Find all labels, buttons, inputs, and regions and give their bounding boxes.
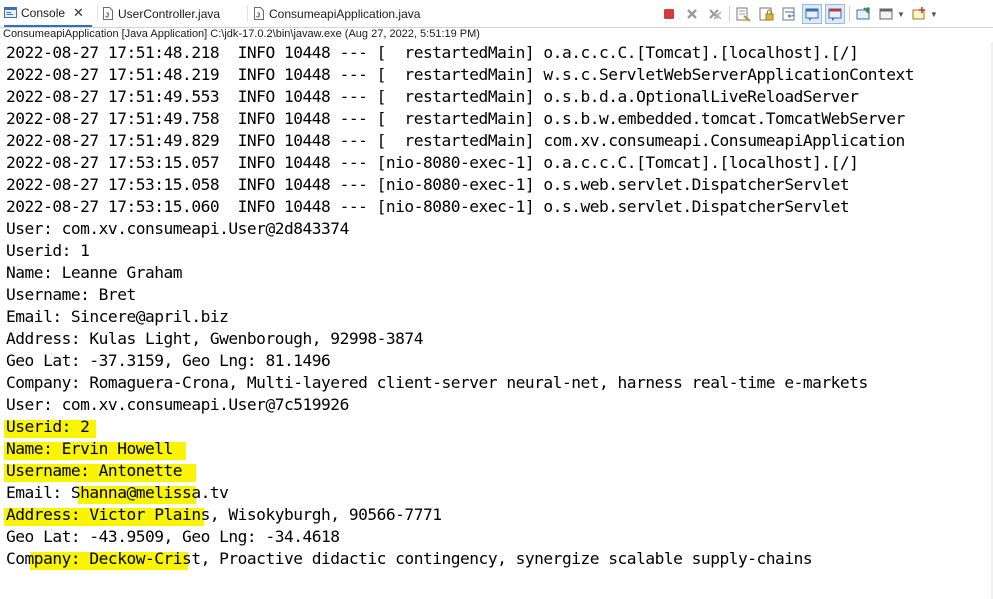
console-line: 2022-08-27 17:53:15.058 INFO 10448 --- [… bbox=[6, 175, 850, 194]
console-line: 2022-08-27 17:51:48.219 INFO 10448 --- [… bbox=[6, 65, 915, 84]
show-on-stdout-icon[interactable] bbox=[802, 4, 822, 24]
java-file-icon: J bbox=[101, 7, 114, 20]
console-line: User: com.xv.consumeapi.User@7c519926 bbox=[6, 395, 349, 414]
display-selected-console-icon[interactable] bbox=[877, 5, 895, 23]
console-line: Company: Deckow-Crist, Proactive didacti… bbox=[6, 549, 813, 568]
console-line: Userid: 1 bbox=[6, 241, 90, 260]
console-line: Geo Lat: -37.3159, Geo Lng: 81.1496 bbox=[6, 351, 331, 370]
console-line: 2022-08-27 17:53:15.057 INFO 10448 --- [… bbox=[6, 153, 859, 172]
open-console-icon[interactable] bbox=[910, 5, 928, 23]
console-line: Email: Sincere@april.biz bbox=[6, 307, 229, 326]
clear-console-icon[interactable] bbox=[734, 5, 752, 23]
java-file-icon: J bbox=[252, 7, 265, 20]
console-icon bbox=[4, 6, 17, 19]
chevron-down-icon[interactable]: ▼ bbox=[897, 10, 905, 19]
word-wrap-icon[interactable] bbox=[780, 5, 798, 23]
svg-text:J: J bbox=[105, 11, 109, 20]
console-line: Username: Antonette bbox=[6, 461, 183, 480]
tab-label: Console bbox=[21, 5, 66, 20]
tab-console[interactable]: Console ✕ bbox=[4, 0, 92, 27]
svg-text:J: J bbox=[256, 11, 260, 20]
console-line: 2022-08-27 17:51:49.758 INFO 10448 --- [… bbox=[6, 109, 905, 128]
remove-all-terminated-icon[interactable] bbox=[706, 5, 724, 23]
console-line: Address: Kulas Light, Gwenborough, 92998… bbox=[6, 329, 423, 348]
tab-separator bbox=[247, 5, 248, 22]
console-line: Geo Lat: -43.9509, Geo Lng: -34.4618 bbox=[6, 527, 340, 546]
console-output[interactable]: 2022-08-27 17:51:48.218 INFO 10448 --- [… bbox=[0, 42, 993, 599]
tab-consumeapiapplication[interactable]: J ConsumeapiApplication.java bbox=[252, 0, 432, 27]
tab-bar: Console ✕ J UserController.java J Consum… bbox=[0, 0, 993, 28]
console-line: Address: Victor Plains, Wisokyburgh, 905… bbox=[6, 505, 442, 524]
remove-launch-icon[interactable] bbox=[683, 5, 701, 23]
console-line: 2022-08-27 17:53:15.060 INFO 10448 --- [… bbox=[6, 197, 850, 216]
console-line: 2022-08-27 17:51:49.553 INFO 10448 --- [… bbox=[6, 87, 859, 106]
console-line: Username: Bret bbox=[6, 285, 136, 304]
tab-label: UserController.java bbox=[118, 6, 221, 21]
console-line: Name: Ervin Howell bbox=[6, 439, 173, 458]
scroll-lock-icon[interactable] bbox=[757, 5, 775, 23]
console-line: Company: Romaguera-Crona, Multi-layered … bbox=[6, 373, 868, 392]
terminate-icon[interactable] bbox=[660, 5, 678, 23]
console-line: Name: Leanne Graham bbox=[6, 263, 183, 282]
close-icon[interactable]: ✕ bbox=[73, 5, 84, 21]
tab-label: ConsumeapiApplication.java bbox=[269, 6, 421, 21]
console-toolbar: ▼ ▼ bbox=[660, 4, 943, 24]
console-line: User: com.xv.consumeapi.User@2d843374 bbox=[6, 219, 349, 238]
pin-console-icon[interactable] bbox=[854, 5, 872, 23]
console-line: Email: Shanna@melissa.tv bbox=[6, 483, 229, 502]
launch-configuration-info: ConsumeapiApplication [Java Application]… bbox=[3, 28, 480, 40]
tab-usercontroller[interactable]: J UserController.java bbox=[101, 0, 246, 27]
console-line: 2022-08-27 17:51:48.218 INFO 10448 --- [… bbox=[6, 43, 859, 62]
toolbar-separator bbox=[849, 6, 850, 22]
console-line: 2022-08-27 17:51:49.829 INFO 10448 --- [… bbox=[6, 131, 905, 150]
chevron-down-icon[interactable]: ▼ bbox=[930, 10, 938, 19]
show-on-stderr-icon[interactable] bbox=[825, 4, 845, 24]
toolbar-separator bbox=[729, 6, 730, 22]
console-line: Userid: 2 bbox=[6, 417, 90, 436]
tab-separator bbox=[97, 5, 98, 22]
